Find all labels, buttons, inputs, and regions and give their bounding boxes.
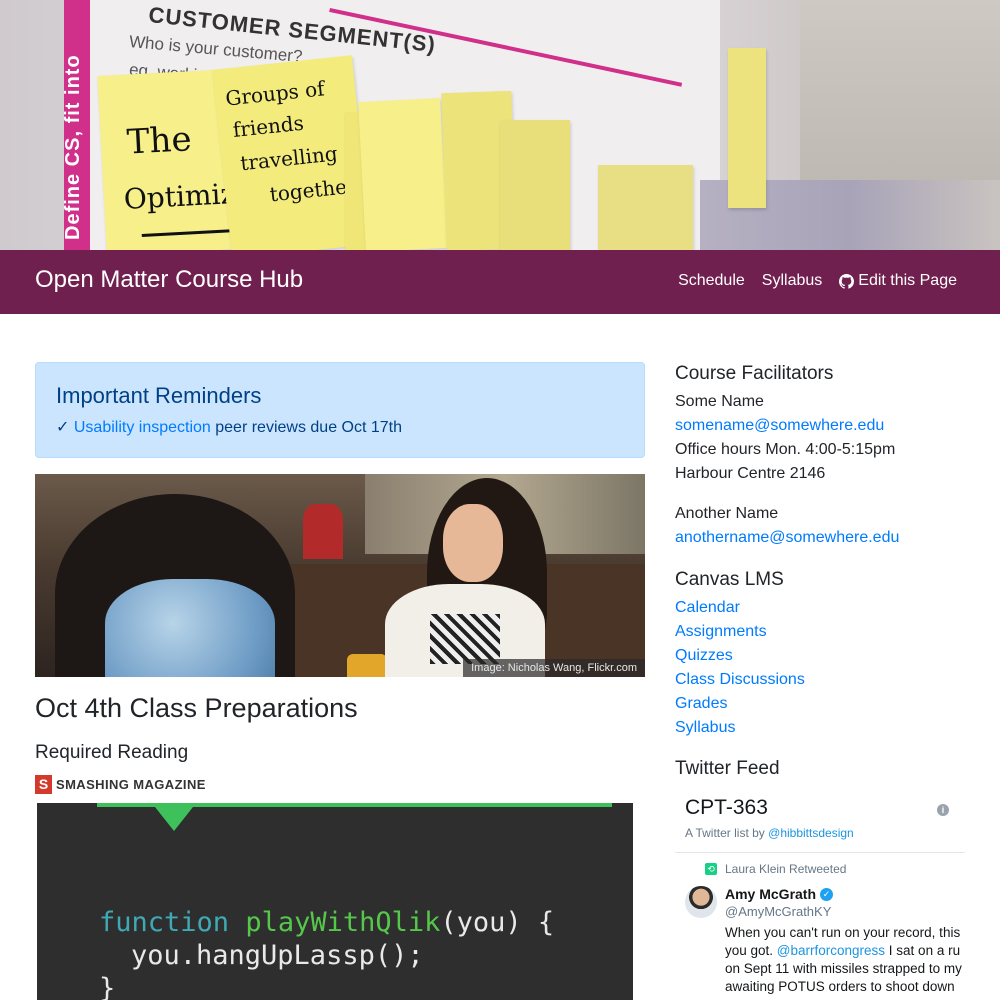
nav-schedule-link[interactable]: Schedule — [678, 272, 745, 290]
sticky-note — [358, 97, 448, 250]
sticky-note — [728, 48, 766, 208]
canvas-calendar-link[interactable]: Calendar — [675, 596, 975, 620]
nav-edit-page-label: Edit this Page — [858, 272, 957, 289]
sticky-note — [598, 165, 693, 250]
tweet-author-name[interactable]: Amy McGrath ✓ — [725, 886, 834, 902]
brand-link[interactable]: Open Matter Course Hub — [35, 266, 303, 294]
check-icon: ✓ — [56, 419, 70, 436]
twitter-widget: CPT-363 i A Twitter list by @hibbittsdes… — [675, 790, 965, 1000]
prep-heading: Oct 4th Class Preparations — [35, 693, 358, 723]
tweet-author-label: Amy McGrath — [725, 886, 817, 902]
usability-inspection-link[interactable]: Usability inspection — [74, 419, 211, 436]
facilitator-email-link[interactable]: somename@somewhere.edu — [675, 414, 975, 438]
alert-title: Important Reminders — [56, 383, 262, 408]
facilitators-heading: Course Facilitators — [675, 363, 834, 384]
tweet-line: awaiting POTUS orders to shoot down — [725, 979, 955, 994]
code-line-3: } — [99, 973, 116, 1000]
background-blur — [800, 0, 1000, 180]
code-line-2: you.hangUpLassp(); — [131, 940, 424, 971]
note-text: travelling — [239, 141, 339, 176]
tweet-body: When you can't run on your record, this … — [725, 924, 965, 996]
facilitators-section: Course Facilitators Some Name somename@s… — [675, 363, 975, 550]
code-args: (you) { — [440, 907, 555, 938]
canvas-discussions-link[interactable]: Class Discussions — [675, 668, 975, 692]
class-photo: Image: Nicholas Wang, Flickr.com — [35, 474, 645, 677]
facilitator-name: Some Name — [675, 393, 764, 410]
note-text: Groups of — [224, 76, 326, 111]
alert-line: ✓ Usability inspection peer reviews due … — [56, 417, 624, 437]
reading-heading: Required Reading — [35, 742, 189, 763]
tweet-author-handle[interactable]: @AmyMcGrathKY — [725, 904, 831, 919]
canvas-quizzes-link[interactable]: Quizzes — [675, 644, 975, 668]
photo-shirt — [105, 579, 275, 677]
sticky-note — [500, 120, 570, 250]
photo-chair — [347, 654, 387, 677]
navbar: Open Matter Course Hub Schedule Syllabus… — [0, 250, 1000, 314]
mention-link[interactable]: @barrforcongress — [777, 943, 885, 958]
retweet-icon: ⟲ — [705, 863, 717, 875]
nav-links: Schedule Syllabus Edit this Page — [661, 272, 957, 290]
github-icon — [839, 273, 855, 289]
canvas-syllabus-link[interactable]: Syllabus — [675, 716, 975, 740]
canvas-section: Canvas LMS Calendar Assignments Quizzes … — [675, 569, 975, 740]
tweet-line: you got. @barrforcongress I sat on a ru — [725, 942, 965, 960]
tweet-text: you got. — [725, 943, 777, 958]
twitter-section: Twitter Feed — [675, 758, 975, 780]
retweeted-by: Laura Klein Retweeted — [725, 862, 847, 876]
reminders-alert: Important Reminders ✓ Usability inspecti… — [35, 362, 645, 458]
twitter-separator — [675, 852, 965, 853]
twitter-heading: Twitter Feed — [675, 758, 780, 779]
info-icon[interactable]: i — [937, 804, 949, 816]
facilitator-email-link[interactable]: anothername@somewhere.edu — [675, 526, 975, 550]
facilitator-name: Another Name — [675, 505, 779, 522]
canvas-assignments-link[interactable]: Assignments — [675, 620, 975, 644]
nav-edit-page-link[interactable]: Edit this Page — [839, 272, 957, 290]
facilitator-room: Harbour Centre 2146 — [675, 465, 826, 482]
canvas-grades-link[interactable]: Grades — [675, 692, 975, 716]
article-image[interactable]: function playWithQlik(you) { you.hangUpL… — [37, 803, 633, 1000]
twitter-list-prefix: A Twitter list by — [685, 826, 769, 840]
tweet-line: on Sept 11 with missiles strapped to my — [725, 961, 962, 976]
note-text: The — [125, 119, 193, 163]
smashing-logo-text: SMASHING MAGAZINE — [56, 777, 206, 792]
green-triangle — [155, 807, 193, 831]
avatar[interactable] — [685, 886, 717, 918]
stripe-text: Define CS, fit into — [62, 54, 84, 240]
code-function-name: playWithQlik — [245, 907, 441, 938]
verified-badge-icon: ✓ — [820, 887, 834, 901]
photo-woman-face — [443, 504, 503, 582]
tweet-line: When you can't run on your record, this — [725, 925, 961, 940]
note-text: friends — [231, 110, 305, 142]
tweet-text: I sat on a ru — [885, 943, 961, 958]
photo-credit: Image: Nicholas Wang, Flickr.com — [463, 659, 645, 677]
smashing-magazine-logo: S SMASHING MAGAZINE — [35, 775, 206, 794]
retweet-context: ⟲ Laura Klein Retweeted — [705, 862, 846, 876]
nav-syllabus-link[interactable]: Syllabus — [762, 272, 822, 290]
twitter-list-title[interactable]: CPT-363 — [685, 796, 768, 820]
canvas-heading: Canvas LMS — [675, 569, 784, 590]
hero-photo: Define CS, fit into CUSTOMER SEGMENT(S) … — [0, 0, 1000, 250]
alert-rest-text: peer reviews due Oct 17th — [210, 419, 403, 436]
code-keyword: function — [99, 907, 230, 938]
twitter-list-owner-link[interactable]: @hibbittsdesign — [768, 826, 854, 840]
photo-pattern — [430, 614, 500, 664]
facilitator-hours: Office hours Mon. 4:00-5:15pm — [675, 441, 896, 458]
twitter-list-subtitle: A Twitter list by @hibbittsdesign — [685, 826, 854, 840]
photo-background-person — [303, 504, 343, 559]
smashing-logo-icon: S — [35, 775, 52, 794]
code-line-1: function playWithQlik(you) { — [99, 907, 554, 938]
